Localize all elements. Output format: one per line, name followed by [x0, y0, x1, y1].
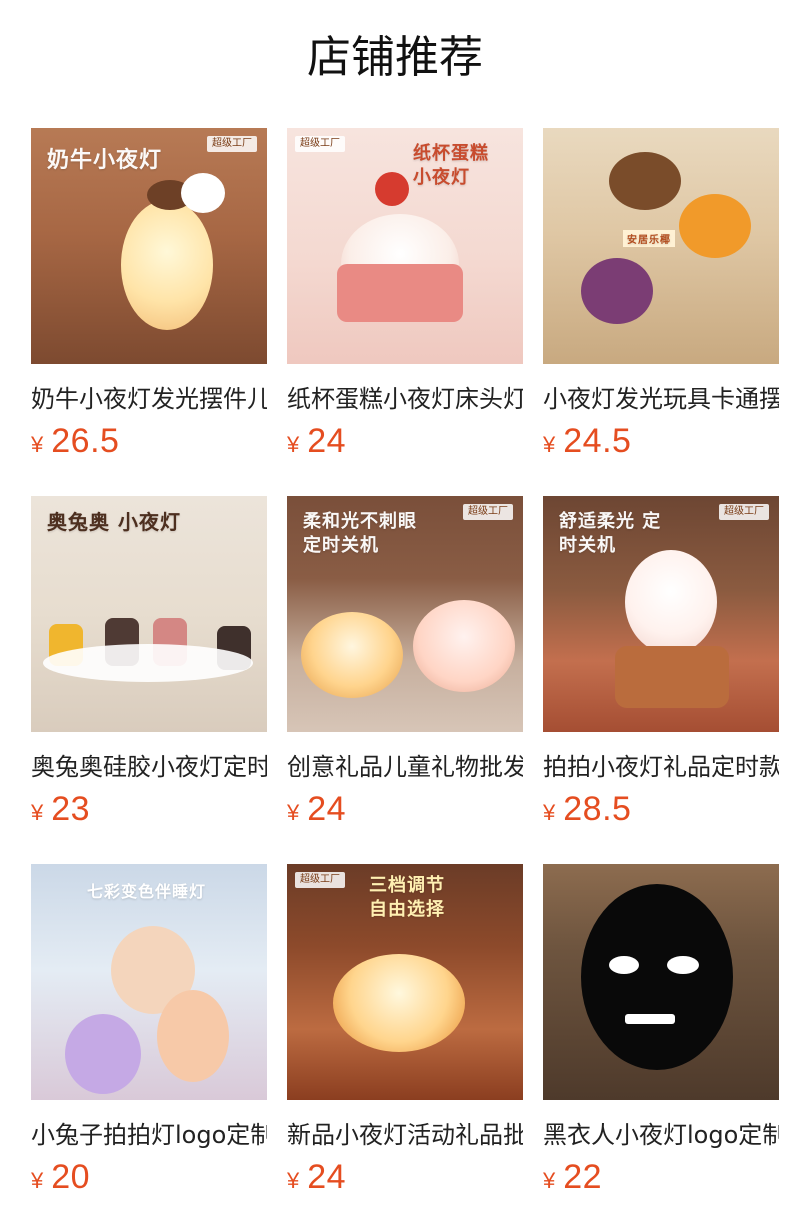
cloud-lamp: [333, 954, 465, 1052]
product-title[interactable]: 创意礼品儿童礼物批发: [287, 750, 523, 784]
badge: 超级工厂: [207, 136, 257, 152]
image-caption: 七彩变色伴睡灯: [87, 882, 207, 901]
image-caption: 安居乐椰: [623, 230, 675, 247]
lamp-glow: [121, 200, 213, 330]
image-scene: [543, 864, 779, 1100]
strawberry: [375, 172, 409, 206]
product-card[interactable]: 安居乐椰 小夜灯发光玩具卡通摆件 ¥ 24.5: [543, 128, 779, 464]
product-card[interactable]: 奥兔奥 小夜灯 奥兔奥硅胶小夜灯定时 ¥ 23: [31, 496, 267, 832]
product-image[interactable]: 奥兔奥 小夜灯: [31, 496, 267, 732]
product-grid: 奶牛小夜灯 超级工厂 奶牛小夜灯发光摆件儿 ¥ 26.5 纸杯蛋糕 小夜灯 超级…: [31, 128, 779, 1200]
product-image[interactable]: 七彩变色伴睡灯: [31, 864, 267, 1100]
currency-symbol: ¥: [543, 800, 556, 825]
currency-symbol: ¥: [543, 432, 556, 457]
section-title: 店铺推荐: [307, 32, 483, 83]
product-title[interactable]: 黑衣人小夜灯logo定制: [543, 1118, 779, 1152]
product-card[interactable]: 七彩变色伴睡灯 小兔子拍拍灯logo定制 ¥ 20: [31, 864, 267, 1200]
product-price: 24: [307, 790, 347, 828]
product-image[interactable]: 舒适柔光 定时关机 超级工厂: [543, 496, 779, 732]
product-image[interactable]: 三档调节 自由选择 超级工厂: [287, 864, 523, 1100]
product-title[interactable]: 奶牛小夜灯发光摆件儿: [31, 382, 267, 416]
image-scene: 奶牛小夜灯 超级工厂: [31, 128, 267, 364]
product-title[interactable]: 小夜灯发光玩具卡通摆件: [543, 382, 779, 416]
product-image[interactable]: 柔和光不刺眼 定时关机 超级工厂: [287, 496, 523, 732]
product-price: 22: [563, 1158, 603, 1196]
bunny-row: [43, 644, 253, 682]
image-scene: 安居乐椰: [543, 128, 779, 364]
product-price: 20: [51, 1158, 91, 1196]
image-caption: 三档调节 自由选择: [369, 875, 445, 920]
product-image[interactable]: 安居乐椰: [543, 128, 779, 364]
product-card[interactable]: 三档调节 自由选择 超级工厂 新品小夜灯活动礼品批发 ¥ 24: [287, 864, 523, 1200]
product-title[interactable]: 纸杯蛋糕小夜灯床头灯: [287, 382, 523, 416]
image-caption: 奶牛小夜灯: [47, 148, 163, 173]
left-eye: [609, 956, 639, 974]
product-price: 24: [307, 422, 347, 460]
product-title[interactable]: 奥兔奥硅胶小夜灯定时: [31, 750, 267, 784]
badge: 超级工厂: [295, 136, 345, 152]
currency-symbol: ¥: [287, 1168, 300, 1193]
image-scene: 三档调节 自由选择 超级工厂: [287, 864, 523, 1100]
product-image[interactable]: [543, 864, 779, 1100]
image-caption: 柔和光不刺眼 定时关机: [303, 511, 417, 556]
product-card[interactable]: 黑衣人小夜灯logo定制 ¥ 22: [543, 864, 779, 1200]
coconut-figure: [609, 152, 681, 210]
price-row: ¥ 24.5: [543, 422, 779, 462]
image-scene: 柔和光不刺眼 定时关机 超级工厂: [287, 496, 523, 732]
black-head-lamp: [581, 884, 733, 1070]
product-card[interactable]: 柔和光不刺眼 定时关机 超级工厂 创意礼品儿童礼物批发 ¥ 24: [287, 496, 523, 832]
orange-figure: [679, 194, 751, 258]
right-eye: [667, 956, 699, 974]
product-card[interactable]: 舒适柔光 定时关机 超级工厂 拍拍小夜灯礼品定时款 ¥ 28.5: [543, 496, 779, 832]
product-price: 28.5: [563, 790, 632, 828]
price-row: ¥ 28.5: [543, 790, 779, 830]
product-title[interactable]: 拍拍小夜灯礼品定时款: [543, 750, 779, 784]
image-scene: 七彩变色伴睡灯: [31, 864, 267, 1100]
image-caption: 舒适柔光 定时关机: [559, 511, 662, 556]
bunny-lamp-2: [413, 600, 515, 692]
product-card[interactable]: 纸杯蛋糕 小夜灯 超级工厂 纸杯蛋糕小夜灯床头灯 ¥ 24: [287, 128, 523, 464]
currency-symbol: ¥: [287, 432, 300, 457]
mangosteen-figure: [581, 258, 653, 324]
rabbit-lamp: [625, 550, 717, 654]
product-image[interactable]: 奶牛小夜灯 超级工厂: [31, 128, 267, 364]
price-row: ¥ 23: [31, 790, 267, 830]
image-scene: 舒适柔光 定时关机 超级工厂: [543, 496, 779, 732]
image-scene: 纸杯蛋糕 小夜灯 超级工厂: [287, 128, 523, 364]
price-row: ¥ 26.5: [31, 422, 267, 462]
product-price: 23: [51, 790, 91, 828]
bunny-lamp-1: [301, 612, 403, 698]
image-caption: 奥兔奥 小夜灯: [47, 510, 181, 534]
currency-symbol: ¥: [31, 1168, 44, 1193]
currency-symbol: ¥: [543, 1168, 556, 1193]
cow-figure: [181, 173, 225, 213]
product-image[interactable]: 纸杯蛋糕 小夜灯 超级工厂: [287, 128, 523, 364]
currency-symbol: ¥: [287, 800, 300, 825]
price-row: ¥ 20: [31, 1158, 267, 1198]
product-title[interactable]: 新品小夜灯活动礼品批发: [287, 1118, 523, 1152]
product-price: 24.5: [563, 422, 632, 460]
purple-lamp: [65, 1014, 141, 1094]
mouth: [625, 1014, 675, 1024]
price-row: ¥ 24: [287, 422, 523, 462]
recommend-section: 店铺推荐 奶牛小夜灯 超级工厂 奶牛小夜灯发光摆件儿 ¥ 26.5 纸杯蛋糕 小…: [0, 0, 790, 1232]
lamp-base: [615, 646, 729, 708]
image-scene: 奥兔奥 小夜灯: [31, 496, 267, 732]
currency-symbol: ¥: [31, 432, 44, 457]
image-caption: 纸杯蛋糕 小夜灯: [413, 143, 489, 188]
product-price: 26.5: [51, 422, 120, 460]
badge: 超级工厂: [295, 872, 345, 888]
product-price: 24: [307, 1158, 347, 1196]
product-title[interactable]: 小兔子拍拍灯logo定制: [31, 1118, 267, 1152]
peach-lamp: [157, 990, 229, 1082]
price-row: ¥ 24: [287, 790, 523, 830]
price-row: ¥ 22: [543, 1158, 779, 1198]
cup-base: [337, 264, 463, 322]
badge: 超级工厂: [719, 504, 769, 520]
badge: 超级工厂: [463, 504, 513, 520]
price-row: ¥ 24: [287, 1158, 523, 1198]
product-card[interactable]: 奶牛小夜灯 超级工厂 奶牛小夜灯发光摆件儿 ¥ 26.5: [31, 128, 267, 464]
currency-symbol: ¥: [31, 800, 44, 825]
